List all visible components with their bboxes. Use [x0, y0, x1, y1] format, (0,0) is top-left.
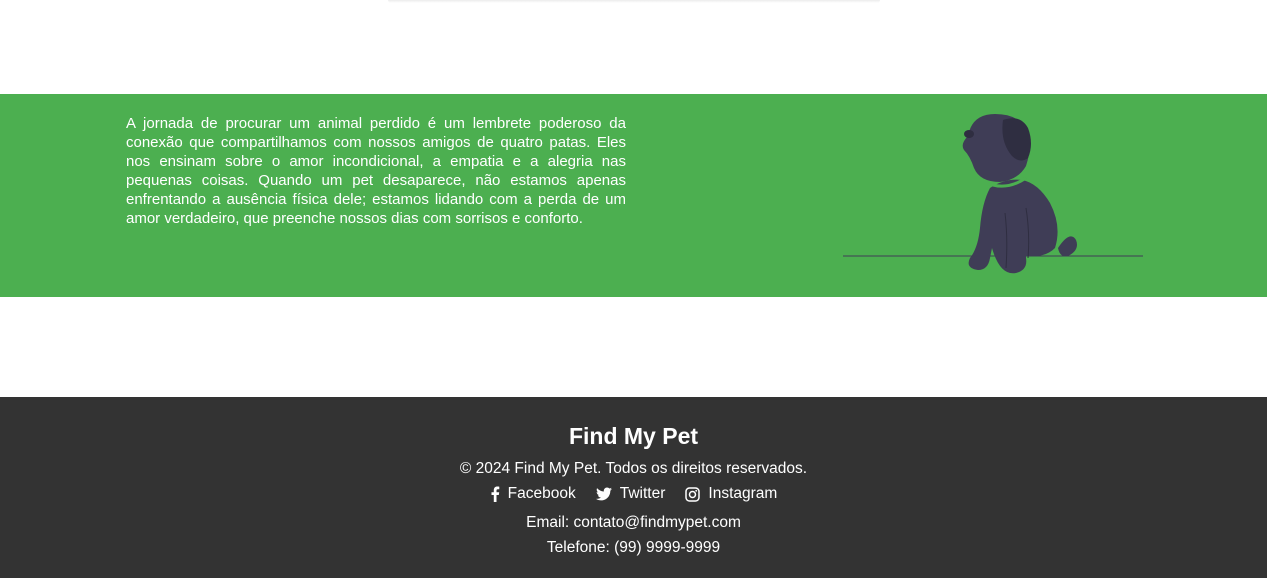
dog-body: [968, 179, 1058, 274]
instagram-link[interactable]: Instagram: [685, 484, 777, 504]
social-links: Facebook Twitter Instagram: [0, 484, 1267, 504]
dog-nose: [964, 130, 974, 138]
twitter-link[interactable]: Twitter: [595, 484, 666, 504]
instagram-label: Instagram: [708, 485, 778, 502]
sitting-dog-illustration: [843, 114, 1143, 274]
dog-tail: [1058, 236, 1077, 257]
site-footer: Find My Pet © 2024 Find My Pet. Todos os…: [0, 397, 1267, 578]
pet-message-banner: A jornada de procurar um animal perdido …: [0, 94, 1267, 297]
twitter-label: Twitter: [619, 485, 666, 502]
contact-email: Email: contato@findmypet.com: [526, 514, 741, 531]
facebook-label: Facebook: [507, 485, 576, 502]
facebook-link[interactable]: Facebook: [490, 484, 576, 504]
contact-phone: Telefone: (99) 9999-9999: [546, 539, 721, 556]
facebook-icon: [491, 486, 499, 502]
banner-text: A jornada de procurar um animal perdido …: [126, 115, 626, 227]
twitter-icon: [595, 487, 612, 501]
card-shadow-edge: [388, 0, 880, 3]
footer-copyright: © 2024 Find My Pet. Todos os direitos re…: [459, 460, 808, 477]
footer-title: Find My Pet: [568, 423, 699, 449]
instagram-icon: [685, 486, 701, 502]
